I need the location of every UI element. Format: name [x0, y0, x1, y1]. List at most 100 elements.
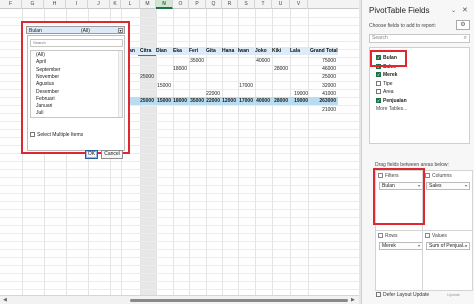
- value-cell[interactable]: [255, 106, 272, 114]
- column-label-cell[interactable]: Citra: [140, 47, 156, 55]
- value-cell[interactable]: [140, 65, 156, 73]
- value-cell[interactable]: [238, 65, 255, 73]
- value-cell[interactable]: 25000: [140, 97, 156, 105]
- horizontal-scrollbar[interactable]: ◀ ▶: [0, 295, 359, 304]
- value-cell[interactable]: 46000: [310, 65, 338, 73]
- value-cell[interactable]: [173, 82, 189, 90]
- column-header-v[interactable]: V: [290, 0, 308, 9]
- value-cell[interactable]: [173, 57, 189, 65]
- value-cell[interactable]: [272, 106, 290, 114]
- field-merek[interactable]: ✓ Merek: [376, 72, 397, 79]
- value-cell[interactable]: 15000: [156, 97, 173, 105]
- value-cell[interactable]: 12000: [222, 97, 238, 105]
- filter-list-item[interactable]: April: [36, 59, 46, 66]
- checkbox-icon[interactable]: [376, 89, 381, 95]
- value-cell[interactable]: 17000: [238, 97, 255, 105]
- ok-button[interactable]: OK: [85, 150, 98, 159]
- column-header-u[interactable]: U: [272, 0, 290, 9]
- value-cell[interactable]: [173, 73, 189, 81]
- value-cell[interactable]: 21000: [310, 106, 338, 114]
- value-cell[interactable]: [238, 57, 255, 65]
- value-cell[interactable]: [156, 106, 173, 114]
- value-cell[interactable]: [222, 65, 238, 73]
- value-cell[interactable]: [206, 57, 222, 65]
- value-cell[interactable]: 28000: [272, 97, 290, 105]
- filter-item-list[interactable]: (All) April September November Agustus Desemb…: [30, 50, 123, 118]
- column-header-g[interactable]: G: [22, 0, 44, 9]
- value-cell[interactable]: 40000: [255, 57, 272, 65]
- value-cell[interactable]: [238, 106, 255, 114]
- columns-area[interactable]: Columns Sales ▾: [422, 170, 473, 231]
- list-scrollbar[interactable]: [118, 51, 122, 117]
- select-multiple-checkbox[interactable]: Select Multiple Items: [30, 132, 83, 138]
- filter-list-item[interactable]: September: [36, 67, 60, 74]
- field-penjualan[interactable]: ✓ Penjualan: [376, 98, 407, 105]
- column-header-n[interactable]: N: [156, 0, 173, 9]
- columns-area-item[interactable]: Sales ▾: [426, 182, 470, 190]
- column-label-cell[interactable]: Iwan: [238, 47, 255, 55]
- column-header-t[interactable]: T: [255, 0, 272, 9]
- value-cell[interactable]: [222, 106, 238, 114]
- value-cell[interactable]: [272, 82, 290, 90]
- value-cell[interactable]: [140, 106, 156, 114]
- value-cell[interactable]: [290, 73, 310, 81]
- value-cell[interactable]: [189, 65, 206, 73]
- value-cell[interactable]: [222, 57, 238, 65]
- value-cell[interactable]: [272, 57, 290, 65]
- column-header-o[interactable]: O: [173, 0, 189, 9]
- filter-list-item[interactable]: Februari: [36, 96, 55, 103]
- checkbox-icon[interactable]: [376, 80, 381, 86]
- column-header-j[interactable]: J: [88, 0, 110, 9]
- value-cell[interactable]: 19000: [290, 97, 310, 105]
- field-area[interactable]: Area: [376, 89, 394, 96]
- value-cell[interactable]: [206, 82, 222, 90]
- value-cell[interactable]: 25000: [140, 73, 156, 81]
- column-label-cell[interactable]: Lala: [290, 47, 310, 55]
- scroll-right-icon[interactable]: ▶: [351, 297, 355, 303]
- column-header-s[interactable]: S: [238, 0, 255, 9]
- checkbox-icon[interactable]: ✓: [376, 97, 381, 103]
- value-cell[interactable]: 28000: [272, 65, 290, 73]
- column-label-cell[interactable]: Kiki: [272, 47, 290, 55]
- column-label-cell[interactable]: Joko: [255, 47, 272, 55]
- column-label-cell[interactable]: Eka: [173, 47, 189, 55]
- column-header-h[interactable]: H: [44, 0, 66, 9]
- value-cell[interactable]: [189, 106, 206, 114]
- value-cell[interactable]: 18000: [173, 97, 189, 105]
- value-cell[interactable]: [222, 82, 238, 90]
- filter-list-item[interactable]: Juli: [36, 110, 44, 117]
- value-cell[interactable]: 25000: [310, 73, 338, 81]
- filter-list-item[interactable]: November: [36, 74, 59, 81]
- value-cell[interactable]: 263000: [310, 97, 338, 105]
- value-cell[interactable]: 18000: [173, 65, 189, 73]
- value-cell[interactable]: [272, 73, 290, 81]
- update-button[interactable]: Update: [447, 292, 460, 297]
- filter-list-item[interactable]: Desember: [36, 89, 59, 96]
- value-cell[interactable]: [255, 65, 272, 73]
- column-header-f[interactable]: F: [0, 0, 22, 9]
- checkbox-icon[interactable]: ✓: [376, 72, 381, 78]
- value-cell[interactable]: [206, 65, 222, 73]
- rows-area[interactable]: Rows Merek ▾: [375, 230, 426, 291]
- value-cell[interactable]: [255, 73, 272, 81]
- value-cell[interactable]: [173, 106, 189, 114]
- value-cell[interactable]: [222, 73, 238, 81]
- value-cell[interactable]: [290, 106, 310, 114]
- filter-dropdown-icon[interactable]: ▾: [118, 28, 123, 33]
- column-label-cell[interactable]: Feri: [189, 47, 206, 55]
- value-cell[interactable]: [140, 57, 156, 65]
- value-cell[interactable]: 15000: [156, 82, 173, 90]
- value-cell[interactable]: [290, 57, 310, 65]
- rows-area-item[interactable]: Merek ▾: [379, 242, 423, 250]
- close-icon[interactable]: ✕: [462, 6, 468, 14]
- scrollbar-thumb[interactable]: [130, 299, 348, 302]
- value-cell[interactable]: 40000: [255, 97, 272, 105]
- column-header-i[interactable]: I: [66, 0, 88, 9]
- chevron-down-icon[interactable]: ⌄: [451, 7, 456, 14]
- value-cell[interactable]: [189, 73, 206, 81]
- value-cell[interactable]: 35000: [189, 97, 206, 105]
- value-cell[interactable]: [140, 82, 156, 90]
- filter-list-item[interactable]: Januari: [36, 103, 52, 110]
- column-label-cell[interactable]: Grand Total: [310, 47, 338, 55]
- value-cell[interactable]: [206, 106, 222, 114]
